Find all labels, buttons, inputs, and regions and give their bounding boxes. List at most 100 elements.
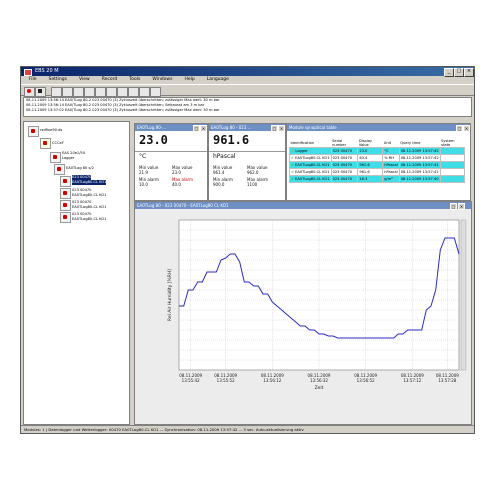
max-alarm: 40.0 (172, 182, 181, 187)
tree-group[interactable]: CCCeF (52, 141, 64, 146)
panel-maximize-button[interactable]: □ (456, 125, 463, 132)
app-window: EBS 20 M _ □ × File Settings View Record Too… (20, 66, 475, 434)
x-tick-time: 13:56:52 (357, 378, 375, 383)
sensor-icon (60, 200, 71, 211)
min-alarm: 900.0 (213, 182, 225, 187)
table-row[interactable]: ✔ EA0TLog80-CL KO1 023 00470 16.3 g/m³ 08.11… (289, 175, 466, 183)
chart-window: EA0TLog 80 - 023 00470 - EA0TLog80 CL KO… (134, 201, 472, 425)
table-cell: 08.11.2009 13:57:41 (398, 161, 441, 169)
synoptical-table-window: Module synoptical table □ × Identificati… (286, 123, 471, 201)
menu-windows[interactable]: Windows (152, 77, 172, 82)
open-icon[interactable] (51, 87, 62, 97)
panel-maximize-button[interactable]: □ (193, 125, 200, 132)
max-value: 23.0 (172, 170, 181, 175)
tree-device-label[interactable]: EA0TLog 80 s/2 (66, 166, 94, 171)
panel-close-button[interactable]: × (200, 125, 207, 132)
table-cell: 961.6 (357, 161, 384, 169)
synoptical-table: Identification Serial number Display Val… (289, 139, 466, 183)
table-row[interactable]: ✔ EA0TLog80-CL KO1 023 00470 961.6 hPascal 0… (289, 161, 466, 169)
tree-device-sub: EA0TLog80-CL KO1 (72, 193, 107, 197)
table-title: Module synoptical table (287, 124, 470, 131)
table-cell: hPascal (382, 168, 400, 176)
sensor-icon (60, 176, 71, 187)
y-axis-label: Rel Air Humidity [%RH] (167, 269, 173, 321)
menu-file[interactable]: File (29, 77, 37, 82)
tree-device-label[interactable]: 023 00470 (72, 212, 91, 217)
logger-icon (54, 164, 65, 175)
tree-device-sub: EA0TLog80-CL KO1 (72, 205, 107, 209)
table-cell (439, 161, 466, 169)
table-cell: g/m³ (382, 175, 400, 183)
stop-icon[interactable] (35, 87, 46, 97)
table-cell: 08.11.2009 13:57:41 (398, 168, 441, 176)
temperature-value: 23.0 (139, 133, 168, 147)
menu-view[interactable]: View (79, 77, 90, 82)
panel-maximize-button[interactable]: □ (271, 125, 278, 132)
table-cell: 23.0 (357, 147, 384, 155)
tree-device-label[interactable]: 023 00470 (72, 175, 92, 180)
window-icon[interactable] (139, 87, 150, 97)
column-header[interactable]: Unit (383, 139, 400, 148)
panel-close-button[interactable]: × (278, 125, 285, 132)
table-row[interactable]: ✔ EA0TLog80-CL KO1 023 00470 961.6 hPascal 0… (289, 168, 466, 176)
row-identification: EA0TLog80-CL KO1 (295, 156, 330, 160)
tree-device-label[interactable]: EAS 20e1/50 (62, 151, 85, 156)
column-header[interactable]: Display Value (358, 139, 383, 148)
vertical-scrollbar[interactable] (460, 219, 467, 371)
table-row[interactable]: ✔ EA0TLog80-CL KO1 023 00470 63.4% RH 08.11… (289, 154, 466, 162)
table-cell: ⚠ Logger (289, 147, 332, 155)
row-identification: EA0TLog80-CL KO1 (295, 170, 330, 174)
humidity-chart[interactable]: 08.11.200913:55:4208.11.200913:55:5208.1… (135, 210, 469, 422)
pressure-unit: hPascal (213, 153, 236, 160)
table-cell: 023 00470 (330, 175, 359, 183)
export-icon[interactable] (128, 87, 139, 97)
table-cell: 023 00470 (330, 154, 359, 162)
menu-record[interactable]: Record (102, 77, 118, 82)
tree-device-label[interactable]: 023 00470 (72, 200, 91, 205)
settings-icon[interactable] (150, 87, 161, 97)
tree-device-sub: Logger (62, 156, 75, 160)
column-header[interactable]: Identification (290, 139, 332, 148)
row-identification: EA0TLog80-CL KO1 (295, 163, 330, 167)
table-cell: 961.6 (357, 168, 384, 176)
tree-root[interactable]: rsdfine90.ds (40, 128, 62, 133)
log-line: 08.11.2009 13:57:02 EA0/TLog 80-2 023 00… (26, 108, 220, 112)
module-icon[interactable] (84, 87, 95, 97)
tree-device-label[interactable]: 023 00470 (72, 188, 91, 193)
menu-help[interactable]: Help (184, 77, 194, 82)
table-cell (439, 154, 466, 162)
print-icon[interactable] (73, 87, 84, 97)
table-icon[interactable] (117, 87, 128, 97)
column-header[interactable]: Serial number (331, 139, 358, 148)
column-header[interactable]: Query time (399, 139, 440, 148)
tree-device-sub: EA0TLog80-CL KO1 (72, 217, 107, 221)
row-identification: Logger (295, 149, 308, 153)
record-icon[interactable] (24, 87, 35, 97)
column-header[interactable]: System state (440, 139, 464, 148)
panel-close-button[interactable]: × (458, 203, 465, 210)
table-cell (439, 147, 466, 155)
save-icon[interactable] (62, 87, 73, 97)
x-tick-time: 13:57:12 (403, 378, 421, 383)
table-cell: 08.11.2009 13:57:42 (398, 147, 441, 155)
title-bar: EBS 20 M _ □ × (21, 67, 474, 77)
table-cell (439, 168, 466, 176)
table-cell: °C (382, 147, 400, 155)
chart-icon[interactable] (106, 87, 117, 97)
table-cell: 16.3 (357, 175, 384, 183)
table-cell: % RH (382, 154, 400, 162)
table-row[interactable]: ⚠ Logger 023 00470 23.0 °C 08.11.2009 13:57:… (289, 147, 466, 155)
table-cell: hPascal (382, 161, 400, 169)
menu-tools[interactable]: Tools (129, 77, 140, 82)
device-tree: rsdfine90.ds CCCeF EAS 20e1/50 Logger EA… (23, 121, 130, 425)
row-identification: EA0TLog80-CL KO1 (295, 177, 330, 181)
panel-close-button[interactable]: × (463, 125, 470, 132)
menu-bar: File Settings View Record Tools Windows Help La… (21, 76, 474, 84)
temperature-unit: °C (139, 153, 147, 160)
list-icon[interactable] (95, 87, 106, 97)
event-log[interactable]: 08.11.2009 13:56:14 EA0/TLog 80-2 023 00… (23, 97, 472, 117)
panel-maximize-button[interactable]: □ (450, 203, 457, 210)
menu-settings[interactable]: Settings (49, 77, 67, 82)
menu-language[interactable]: Language (207, 77, 229, 82)
table-cell: 023 00470 (330, 161, 359, 169)
